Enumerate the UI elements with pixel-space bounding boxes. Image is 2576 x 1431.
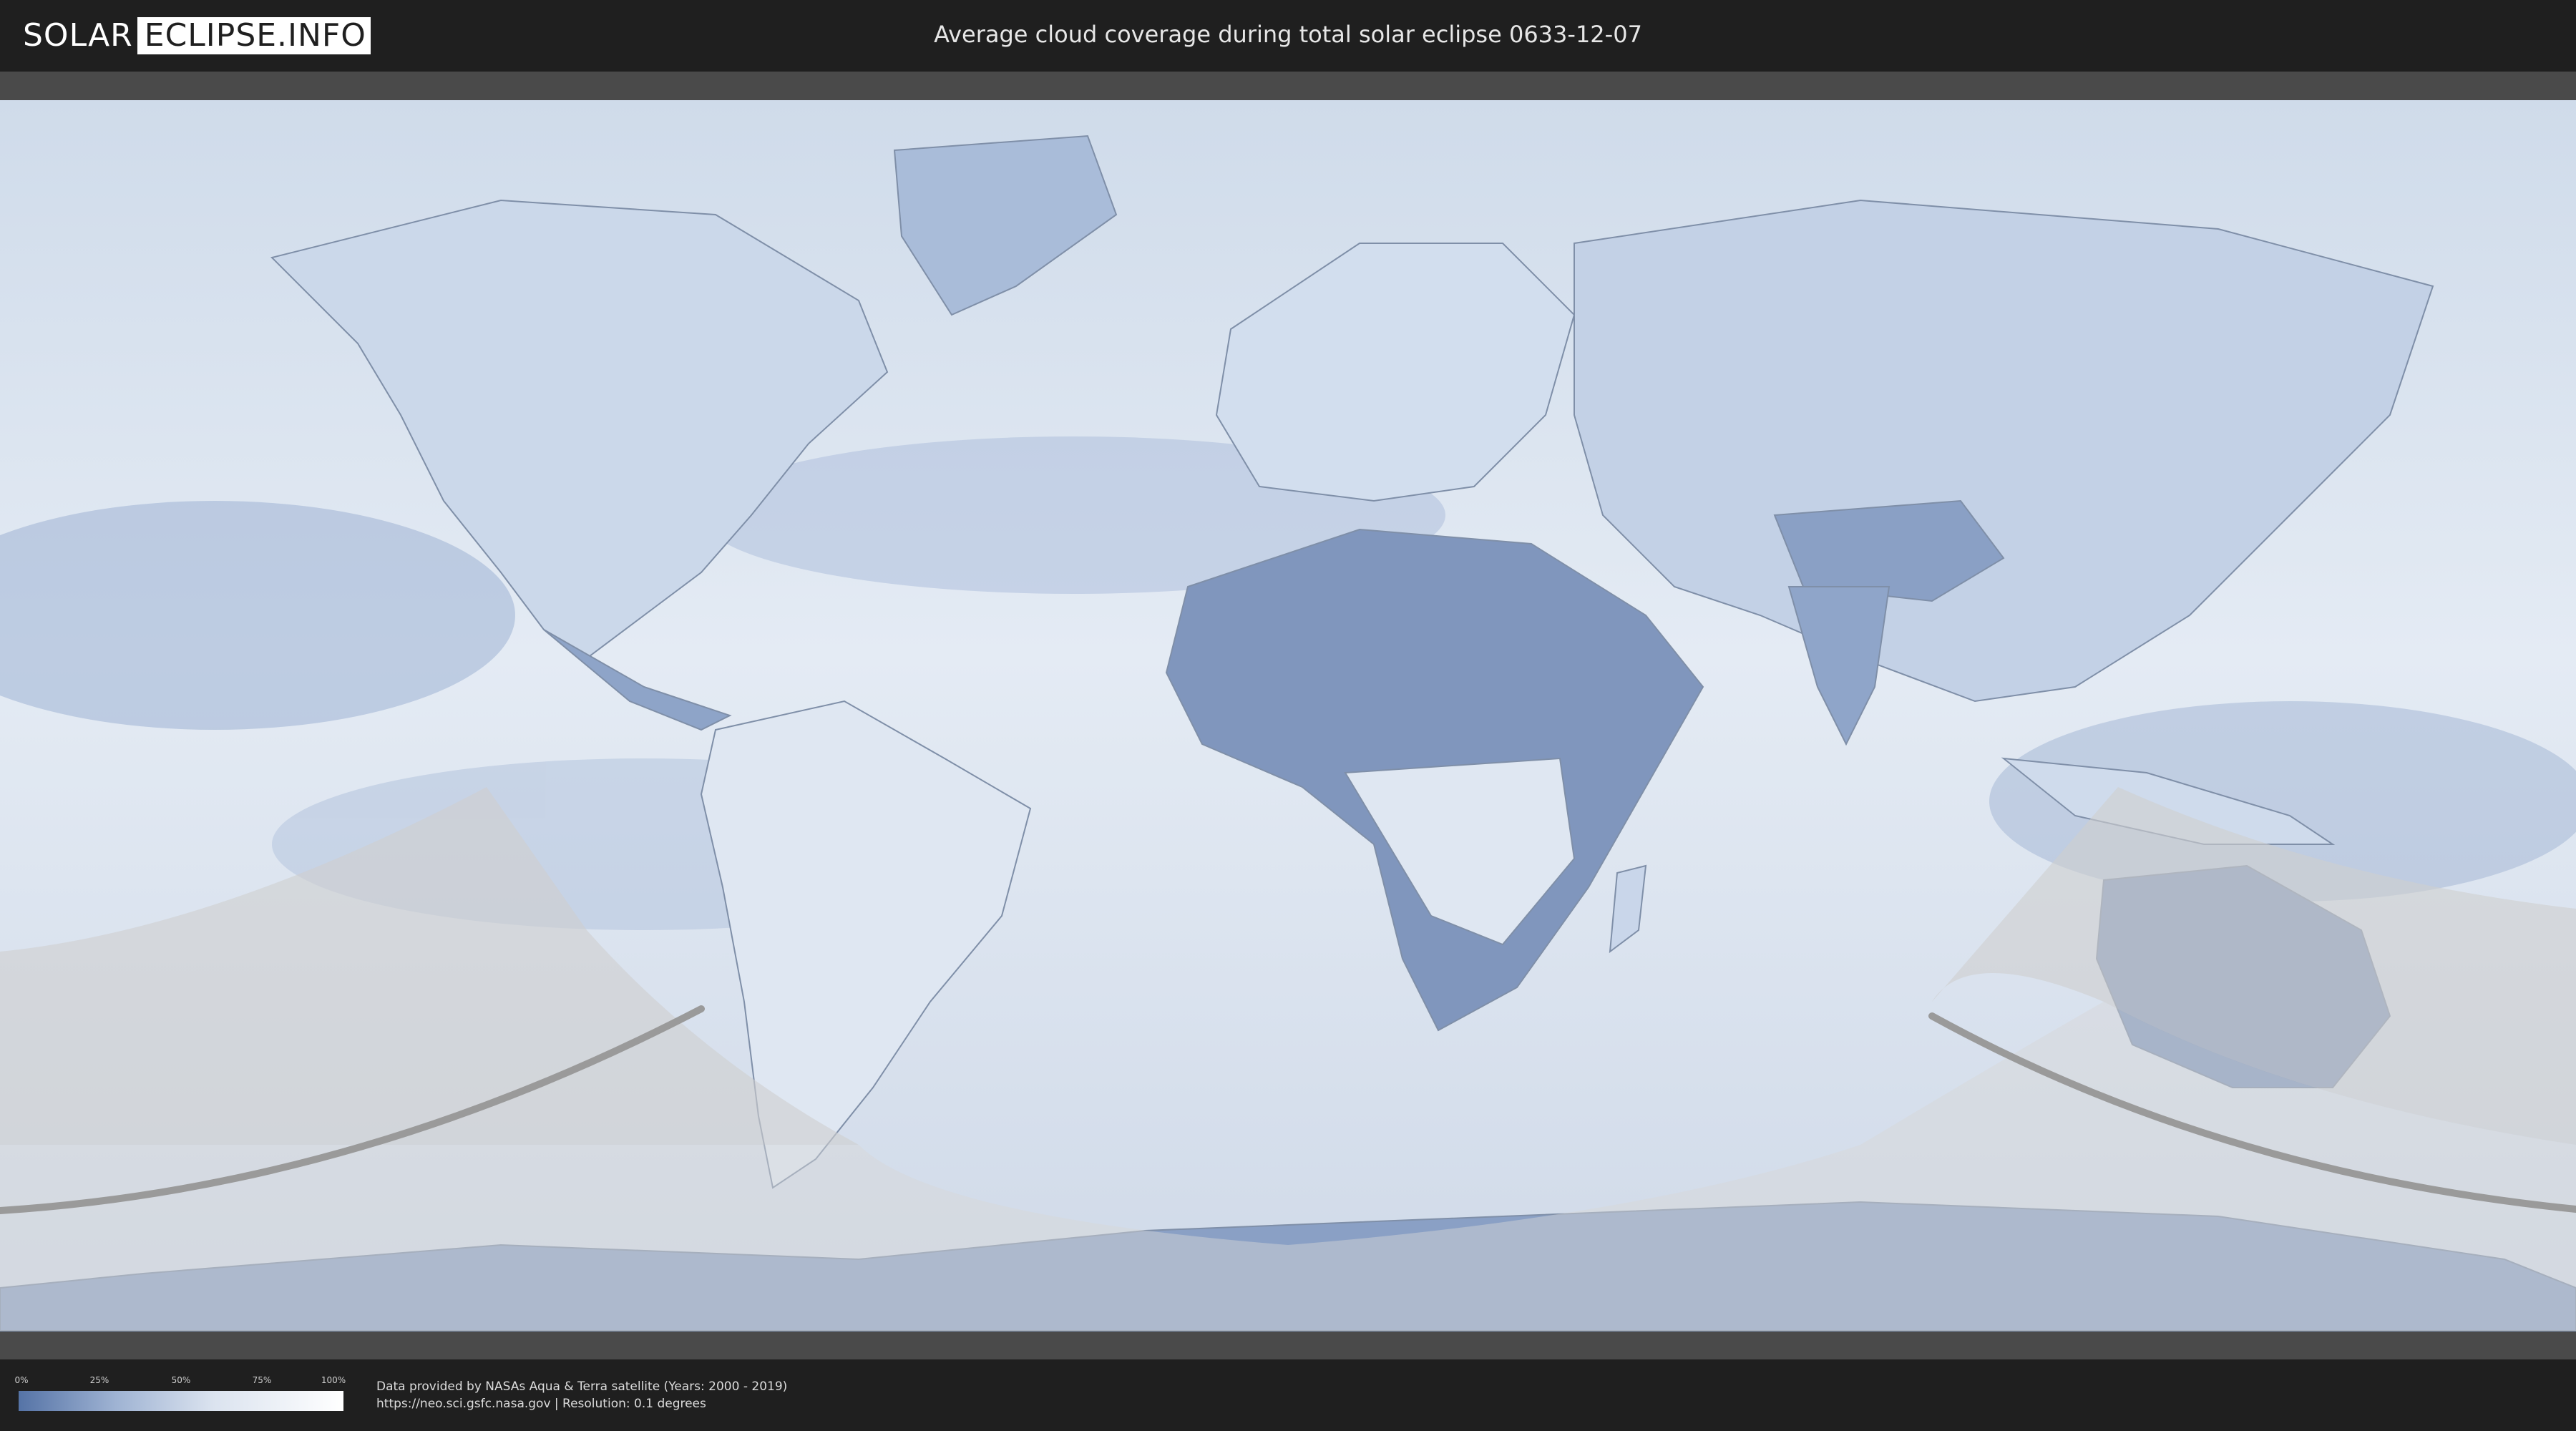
data-credits: Data provided by NASAs Aqua & Terra sate…: [376, 1378, 787, 1412]
credit-line-url[interactable]: https://neo.sci.gsfc.nasa.gov | Resoluti…: [376, 1395, 787, 1412]
page-title: Average cloud coverage during total sola…: [934, 21, 1642, 48]
cloud-legend: 0% 25% 50% 75% 100%: [14, 1375, 346, 1418]
map-top-edge: [0, 72, 2576, 100]
legend-ticks: 0% 25% 50% 75% 100%: [14, 1375, 346, 1387]
legend-color-bar: [19, 1391, 343, 1411]
world-map-svg: [0, 72, 2576, 1359]
header-bar: SOLAR ECLIPSE.INFO Average cloud coverag…: [0, 0, 2576, 72]
legend-tick-50: 50%: [171, 1375, 191, 1385]
legend-tick-100: 100%: [321, 1375, 346, 1385]
credit-line-source: Data provided by NASAs Aqua & Terra sate…: [376, 1379, 788, 1394]
footer-bar: 0% 25% 50% 75% 100% Data provided by NAS…: [0, 1359, 2576, 1431]
cloud-coverage-map: [0, 72, 2576, 1359]
legend-tick-0: 0%: [14, 1375, 29, 1385]
legend-tick-25: 25%: [89, 1375, 109, 1385]
legend-tick-75: 75%: [252, 1375, 272, 1385]
map-bottom-edge: [0, 1331, 2576, 1359]
